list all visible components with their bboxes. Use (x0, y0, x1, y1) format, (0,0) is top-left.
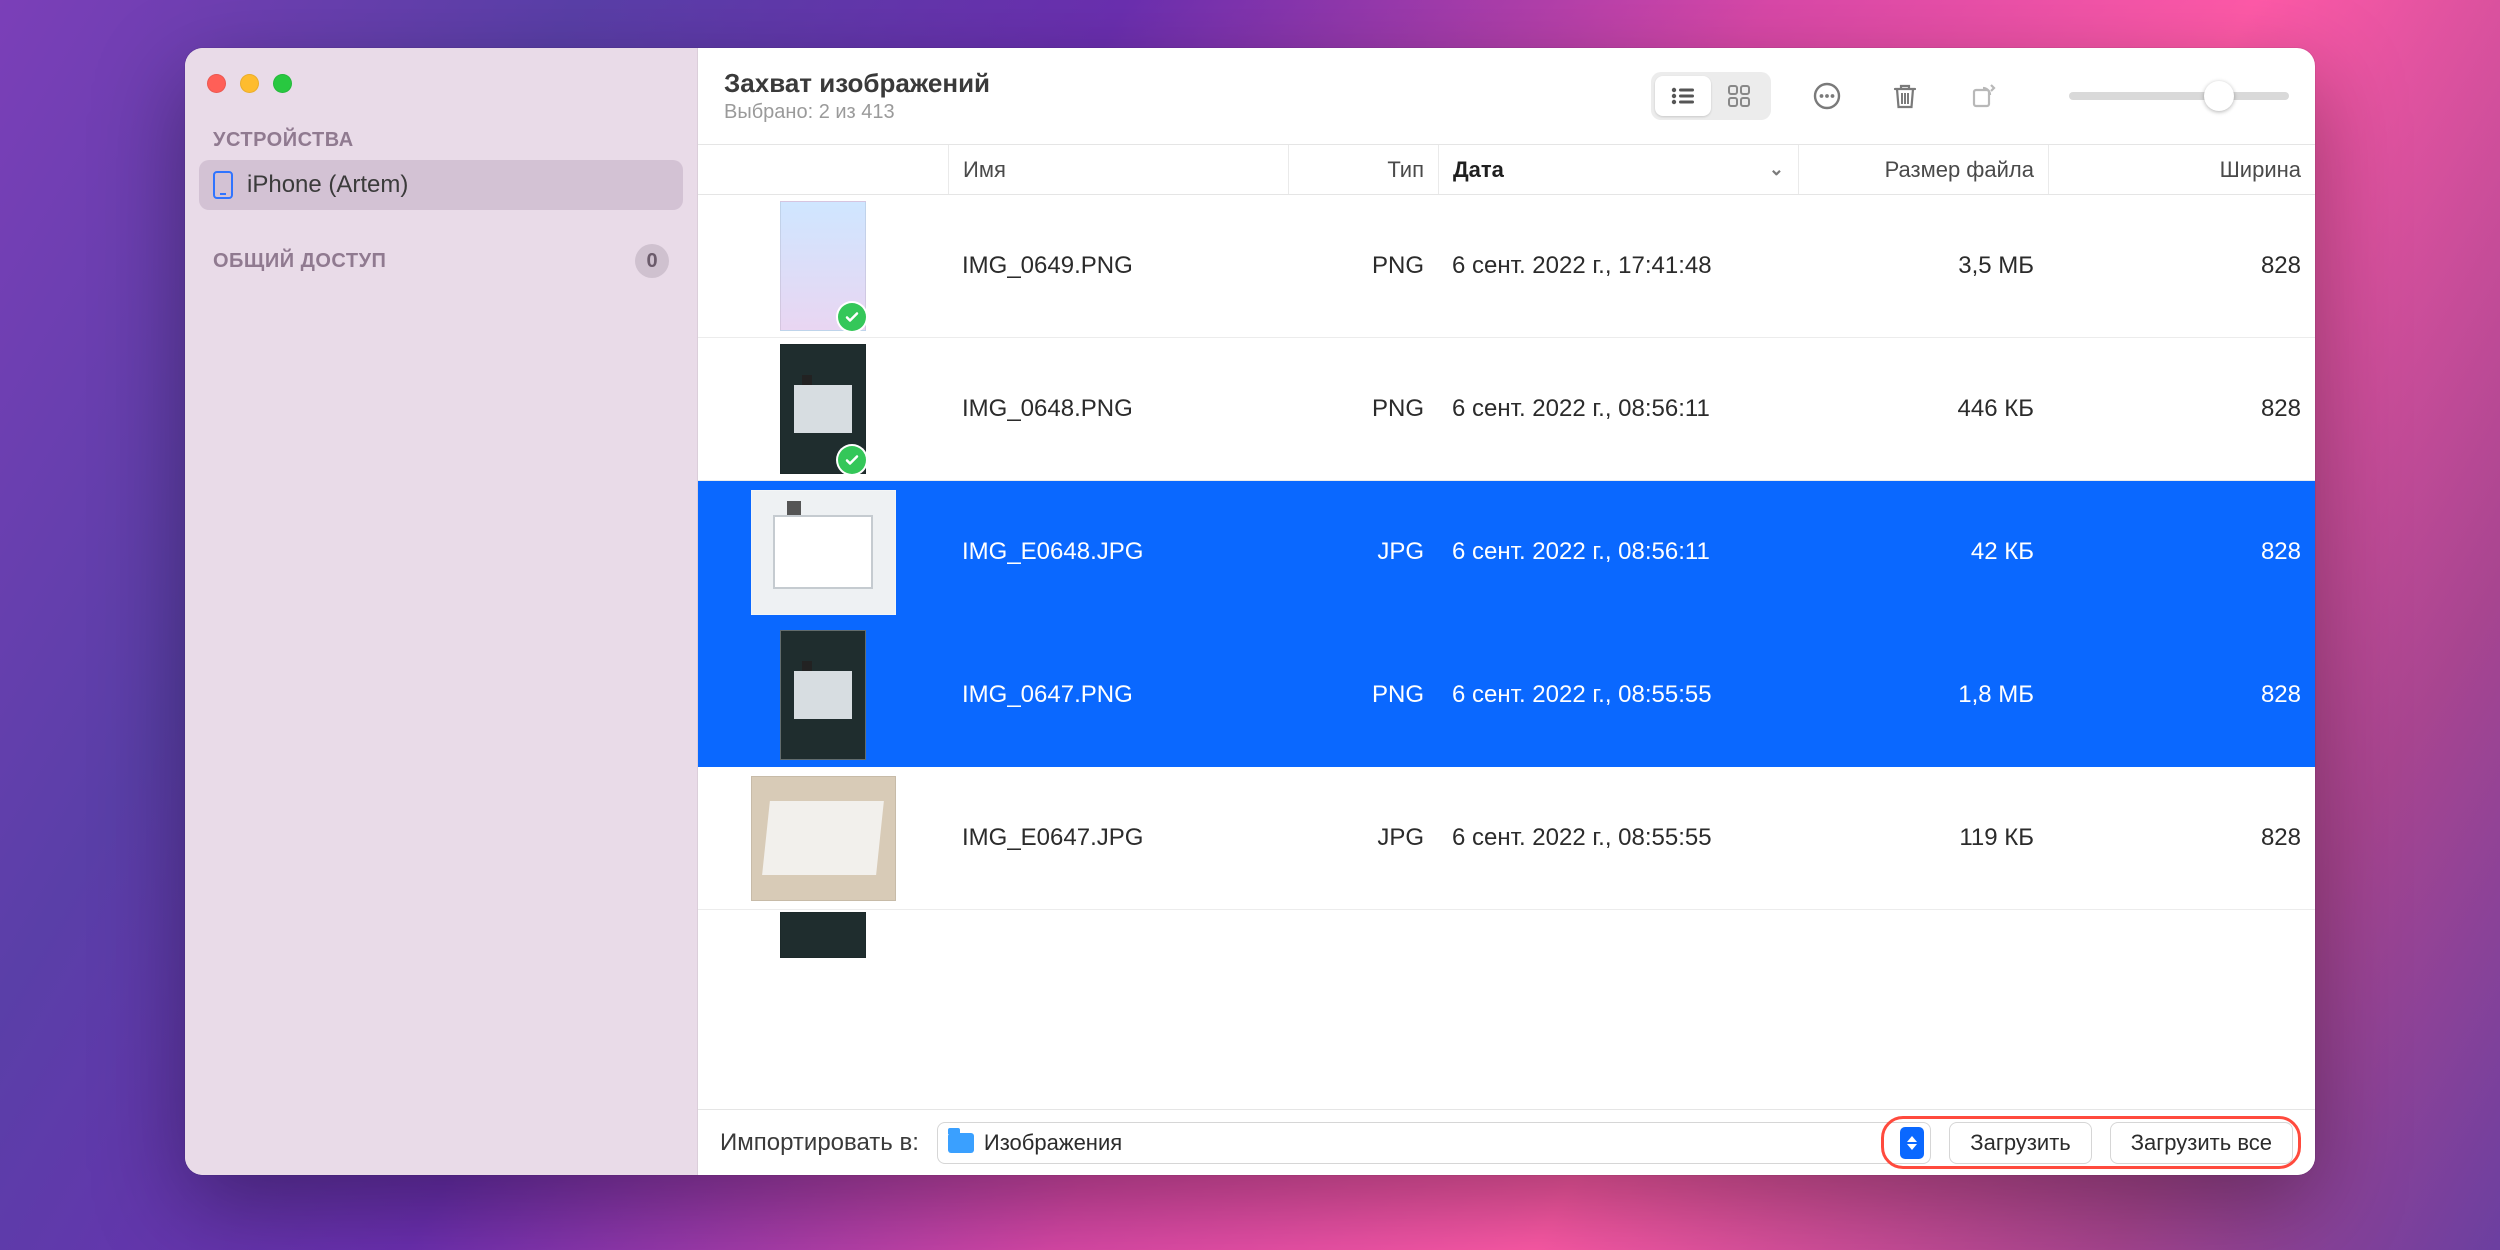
row-date: 6 сент. 2022 г., 08:56:11 (1438, 395, 1798, 423)
ellipsis-circle-icon (1812, 81, 1842, 111)
phone-icon (213, 171, 233, 199)
footer-bar: Импортировать в: Изображения Загрузить З… (698, 1109, 2315, 1175)
table-row[interactable]: IMG_E0647.JPGJPG6 сент. 2022 г., 08:55:5… (698, 767, 2315, 910)
selection-status: Выбрано: 2 из 413 (724, 101, 990, 124)
destination-select[interactable]: Изображения (937, 1122, 1931, 1164)
row-name: IMG_E0648.JPG (948, 538, 1288, 566)
list-icon (1670, 86, 1696, 106)
row-type: PNG (1288, 395, 1438, 423)
column-headers: Имя Тип Дата ⌄ Размер файла Ширина (698, 145, 2315, 195)
row-name: IMG_0649.PNG (948, 252, 1288, 280)
table-row[interactable]: IMG_0649.PNGPNG6 сент. 2022 г., 17:41:48… (698, 195, 2315, 338)
row-width: 828 (2048, 252, 2315, 280)
row-name: IMG_0647.PNG (948, 681, 1288, 709)
main-panel: Захват изображений Выбрано: 2 из 413 (698, 48, 2315, 1175)
row-name: IMG_0648.PNG (948, 395, 1288, 423)
imported-badge-icon (838, 303, 866, 331)
row-thumbnail (698, 490, 948, 615)
row-width: 828 (2048, 395, 2315, 423)
column-width[interactable]: Ширина (2048, 145, 2315, 194)
close-window-button[interactable] (207, 74, 226, 93)
row-thumbnail (698, 630, 948, 760)
toolbar: Захват изображений Выбрано: 2 из 413 (698, 48, 2315, 145)
table-row[interactable]: IMG_0647.PNGPNG6 сент. 2022 г., 08:55:55… (698, 624, 2315, 767)
column-size[interactable]: Размер файла (1798, 145, 2048, 194)
sidebar-device-iphone[interactable]: iPhone (Artem) (199, 160, 683, 210)
trash-icon (1891, 81, 1919, 111)
column-type[interactable]: Тип (1288, 145, 1438, 194)
row-type: PNG (1288, 681, 1438, 709)
row-width: 828 (2048, 824, 2315, 852)
page-title: Захват изображений (724, 68, 990, 99)
imported-badge-icon (838, 446, 866, 474)
row-thumbnail (698, 201, 948, 331)
column-date[interactable]: Дата ⌄ (1438, 145, 1798, 194)
sidebar-section-shared[interactable]: ОБЩИЙ ДОСТУП 0 (199, 236, 683, 286)
list-view-button[interactable] (1655, 76, 1711, 116)
sidebar-item-label: iPhone (Artem) (247, 171, 408, 199)
download-all-button[interactable]: Загрузить все (2110, 1122, 2293, 1164)
sidebar-section-devices: УСТРОЙСТВА (199, 121, 683, 160)
row-thumbnail (698, 776, 948, 901)
row-name: IMG_E0647.JPG (948, 824, 1288, 852)
caret-updown-icon (1900, 1127, 1924, 1159)
import-to-label: Импортировать в: (720, 1129, 919, 1157)
zoom-window-button[interactable] (273, 74, 292, 93)
table-row[interactable]: IMG_E0648.JPGJPG6 сент. 2022 г., 08:56:1… (698, 481, 2315, 624)
folder-icon (948, 1133, 974, 1153)
row-date: 6 сент. 2022 г., 08:55:55 (1438, 824, 1798, 852)
app-window: УСТРОЙСТВА iPhone (Artem) ОБЩИЙ ДОСТУП 0… (185, 48, 2315, 1175)
sidebar: УСТРОЙСТВА iPhone (Artem) ОБЩИЙ ДОСТУП 0 (185, 48, 698, 1175)
window-controls (199, 70, 683, 121)
more-actions-button[interactable] (1805, 74, 1849, 118)
delete-button[interactable] (1883, 74, 1927, 118)
table-row[interactable] (698, 910, 2315, 960)
row-size: 119 КБ (1798, 824, 2048, 852)
file-list: IMG_0649.PNGPNG6 сент. 2022 г., 17:41:48… (698, 195, 2315, 1109)
destination-value: Изображения (984, 1130, 1122, 1156)
row-date: 6 сент. 2022 г., 17:41:48 (1438, 252, 1798, 280)
row-width: 828 (2048, 538, 2315, 566)
thumbnail-size-slider[interactable] (2069, 92, 2289, 100)
row-date: 6 сент. 2022 г., 08:55:55 (1438, 681, 1798, 709)
minimize-window-button[interactable] (240, 74, 259, 93)
grid-view-button[interactable] (1711, 76, 1767, 116)
grid-icon (1727, 84, 1751, 108)
rotate-icon (1968, 81, 1998, 111)
download-button[interactable]: Загрузить (1949, 1122, 2091, 1164)
row-thumbnail (698, 344, 948, 474)
row-type: JPG (1288, 538, 1438, 566)
slider-knob[interactable] (2204, 81, 2234, 111)
rotate-button[interactable] (1961, 74, 2005, 118)
row-size: 3,5 МБ (1798, 252, 2048, 280)
row-thumbnail (698, 912, 948, 958)
row-width: 828 (2048, 681, 2315, 709)
shared-count-badge: 0 (635, 244, 669, 278)
row-size: 1,8 МБ (1798, 681, 2048, 709)
sidebar-section-shared-label: ОБЩИЙ ДОСТУП (213, 250, 386, 273)
row-type: JPG (1288, 824, 1438, 852)
row-type: PNG (1288, 252, 1438, 280)
view-mode-segment (1651, 72, 1771, 120)
table-row[interactable]: IMG_0648.PNGPNG6 сент. 2022 г., 08:56:11… (698, 338, 2315, 481)
row-date: 6 сент. 2022 г., 08:56:11 (1438, 538, 1798, 566)
column-name[interactable]: Имя (948, 145, 1288, 194)
column-thumbnail[interactable] (698, 145, 948, 194)
chevron-down-icon: ⌄ (1769, 159, 1784, 180)
row-size: 42 КБ (1798, 538, 2048, 566)
row-size: 446 КБ (1798, 395, 2048, 423)
